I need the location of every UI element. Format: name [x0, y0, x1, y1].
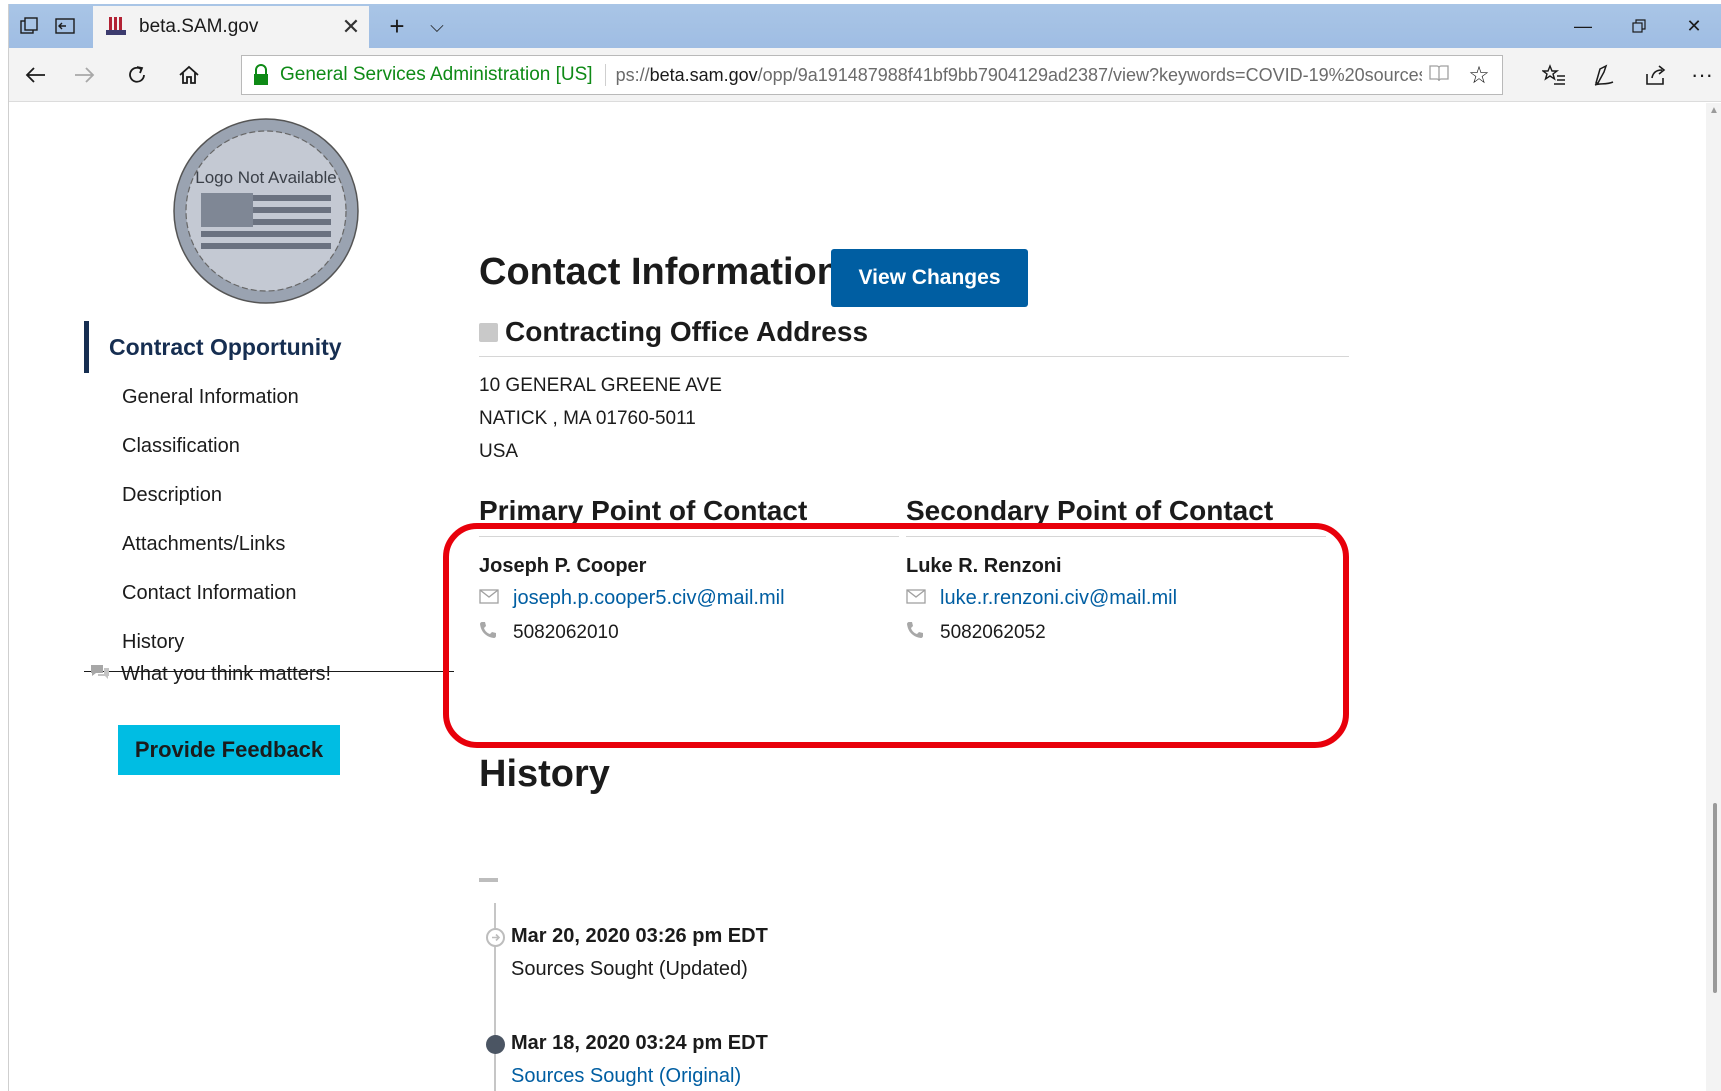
- scrollbar-thumb[interactable]: [1713, 803, 1717, 993]
- secondary-divider: [906, 536, 1326, 537]
- envelope-icon: [479, 588, 501, 609]
- address-bar[interactable]: General Services Administration [US] ps:…: [241, 55, 1503, 95]
- page-content: Logo Not Available Contract Opportunity …: [9, 103, 1706, 1091]
- history-date: Mar 18, 2020 03:24 pm EDT: [511, 1032, 768, 1054]
- title-bar: beta.SAM.gov ✕ + ⌵ — ✕: [9, 4, 1721, 48]
- contact-information-heading: Contact Information: [479, 251, 840, 293]
- view-changes-button[interactable]: View Changes: [831, 249, 1028, 307]
- close-tab-icon[interactable]: ✕: [333, 14, 369, 40]
- provide-feedback-button[interactable]: Provide Feedback: [118, 725, 340, 775]
- office-divider: [479, 356, 1349, 357]
- phone-icon: [906, 621, 928, 644]
- plus-icon[interactable]: +: [377, 11, 417, 42]
- sidebar-item-contact-information[interactable]: Contact Information: [84, 569, 454, 618]
- history-heading: History: [479, 753, 610, 795]
- history-original-link[interactable]: Sources Sought (Original): [511, 1065, 768, 1088]
- primary-contact-email: joseph.p.cooper5.civ@mail.mil: [479, 587, 785, 610]
- notes-pen-icon[interactable]: [1579, 56, 1629, 94]
- secondary-contact-name: Luke R. Renzoni: [906, 555, 1062, 577]
- sidebar-item-history[interactable]: History: [84, 618, 454, 667]
- original-dot-icon: [486, 1035, 505, 1054]
- address-line-3: USA: [479, 441, 519, 462]
- square-bullet-icon: [479, 322, 498, 342]
- forward-icon[interactable]: [63, 56, 107, 94]
- new-tab-button[interactable]: + ⌵: [377, 4, 457, 48]
- primary-divider: [479, 536, 899, 537]
- history-timeline-cap: [479, 878, 498, 882]
- primary-phone-text: 5082062010: [513, 621, 619, 643]
- address-line-2: NATICK , MA 01760-5011: [479, 408, 696, 429]
- logo-seal-icon: Logo Not Available: [173, 118, 359, 304]
- tab-actions-icon[interactable]: [11, 4, 47, 48]
- primary-contact-heading: Primary Point of Contact: [479, 495, 808, 526]
- sidebar-nav: Contract Opportunity General Information…: [84, 321, 454, 672]
- office-address-heading: Contracting Office Address: [479, 316, 868, 348]
- sidebar-item-classification[interactable]: Classification: [84, 422, 454, 471]
- secondary-contact-heading: Secondary Point of Contact: [906, 495, 1274, 526]
- history-entry-original: Mar 18, 2020 03:24 pm EDT Sources Sought…: [511, 1032, 768, 1088]
- scroll-up-icon[interactable]: ▲: [1709, 105, 1719, 116]
- envelope-icon: [906, 588, 928, 609]
- restore-button[interactable]: [1611, 4, 1667, 48]
- refresh-icon[interactable]: [115, 56, 159, 94]
- lock-icon[interactable]: [252, 64, 274, 86]
- primary-email-link[interactable]: joseph.p.cooper5.civ@mail.mil: [513, 587, 785, 610]
- sam-favicon-icon: [105, 17, 127, 37]
- phone-icon: [479, 621, 501, 644]
- close-window-button[interactable]: ✕: [1666, 4, 1721, 48]
- updated-arrow-icon: [486, 928, 505, 947]
- site-owner[interactable]: General Services Administration [US]: [280, 64, 606, 86]
- favorite-star-icon[interactable]: ☆: [1456, 61, 1502, 90]
- secondary-email-link[interactable]: luke.r.renzoni.civ@mail.mil: [940, 587, 1177, 610]
- chevron-down-icon[interactable]: ⌵: [417, 16, 457, 37]
- reading-view-icon[interactable]: [1422, 64, 1456, 87]
- minimize-button[interactable]: —: [1555, 4, 1611, 48]
- sidebar-item-general-information[interactable]: General Information: [84, 373, 454, 422]
- share-icon[interactable]: [1631, 56, 1681, 94]
- browser-window: beta.SAM.gov ✕ + ⌵ — ✕ General Services …: [8, 4, 1721, 1091]
- sidebar-item-attachments-links[interactable]: Attachments/Links: [84, 520, 454, 569]
- feedback-prompt-text: What you think matters!: [121, 663, 332, 685]
- svg-text:Logo Not Available: Logo Not Available: [195, 168, 336, 187]
- office-address-heading-text: Contracting Office Address: [505, 316, 869, 347]
- history-date: Mar 20, 2020 03:26 pm EDT: [511, 925, 768, 947]
- primary-contact-name: Joseph P. Cooper: [479, 555, 647, 577]
- secondary-contact-phone: 5082062052: [906, 621, 1046, 644]
- navigation-bar: General Services Administration [US] ps:…: [9, 48, 1721, 102]
- history-description: Sources Sought (Updated): [511, 958, 748, 980]
- secondary-phone-text: 5082062052: [940, 621, 1046, 643]
- secondary-contact-email: luke.r.renzoni.civ@mail.mil: [906, 587, 1177, 610]
- sidebar-heading[interactable]: Contract Opportunity: [84, 321, 454, 373]
- back-icon[interactable]: [13, 56, 57, 94]
- page-scrollbar[interactable]: ▲: [1706, 103, 1721, 1091]
- url-text[interactable]: ps://beta.sam.gov/opp/9a191487988f41bf9b…: [606, 65, 1422, 86]
- agency-logo: Logo Not Available: [159, 113, 373, 309]
- history-entry-updated: Mar 20, 2020 03:26 pm EDT Sources Sought…: [511, 925, 768, 981]
- chat-bubble-icon: [89, 663, 111, 686]
- more-options-icon[interactable]: ···: [1677, 56, 1721, 94]
- tab-title: beta.SAM.gov: [139, 16, 259, 37]
- home-icon[interactable]: [167, 56, 211, 94]
- tabs-aside-icon[interactable]: [47, 4, 83, 48]
- tab-active[interactable]: beta.SAM.gov ✕: [93, 6, 369, 48]
- address-line-1: 10 GENERAL GREENE AVE: [479, 375, 722, 396]
- sidebar-item-description[interactable]: Description: [84, 471, 454, 520]
- favorites-list-icon[interactable]: [1529, 56, 1579, 94]
- feedback-prompt: What you think matters!: [89, 663, 331, 686]
- primary-contact-phone: 5082062010: [479, 621, 619, 644]
